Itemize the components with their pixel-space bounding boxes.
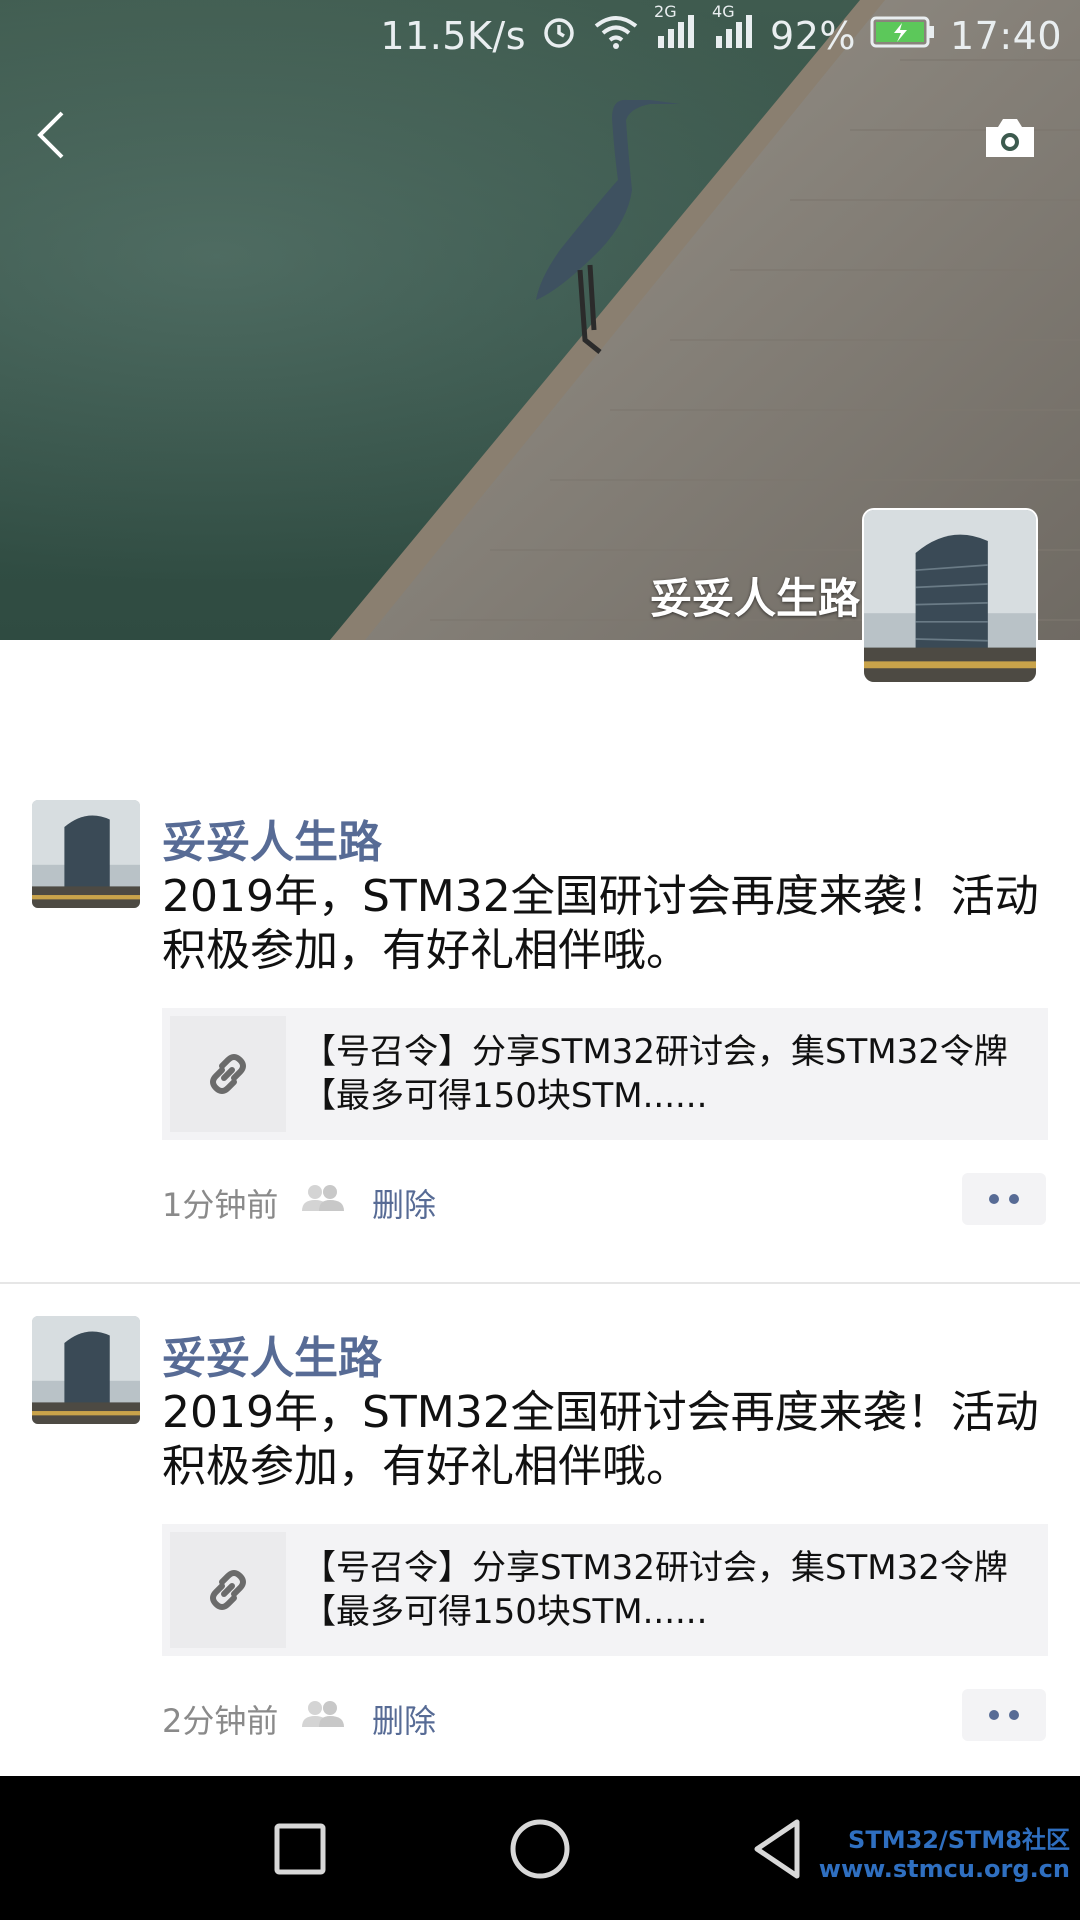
chevron-left-icon [37, 111, 64, 159]
camera-button[interactable] [982, 115, 1038, 161]
home-button[interactable] [505, 1814, 575, 1884]
clock: 17:40 [949, 13, 1062, 58]
watermark-title: STM32/STM8社区 [848, 1826, 1070, 1854]
back-button[interactable] [30, 105, 74, 165]
more-actions-button[interactable] [962, 1689, 1046, 1741]
dot-icon [989, 1194, 999, 1204]
network-type-label: 2G [654, 2, 677, 21]
post-text: 2019年，STM32全国研讨会再度来袭！活动积极参加，有好礼相伴哦。 [162, 1387, 1039, 1492]
post-avatar[interactable] [32, 1316, 140, 1424]
avatar-image [32, 800, 140, 908]
post-time: 1分钟前 [162, 1186, 279, 1224]
triangle-back-icon [754, 1819, 800, 1879]
alarm-icon [540, 12, 578, 59]
post-text: 2019年，STM32全国研讨会再度来袭！活动积极参加，有好礼相伴哦。 [162, 871, 1039, 976]
battery-percent: 92% [770, 13, 856, 58]
square-icon [274, 1823, 326, 1875]
link-title: 【号召令】分享STM32研讨会，集STM32令牌【最多可得150块STM....… [302, 1548, 1008, 1632]
profile-avatar[interactable] [864, 510, 1036, 682]
watermark: STM32/STM8社区 www.stmcu.org.cn [819, 1820, 1070, 1883]
delete-link[interactable]: 删除 [372, 1180, 436, 1226]
avatar-image [864, 510, 1036, 682]
post-author[interactable]: 妥妥人生路 [162, 1322, 382, 1386]
more-actions-button[interactable] [962, 1173, 1046, 1225]
dot-icon [989, 1710, 999, 1720]
link-icon [170, 1016, 286, 1132]
privacy-users-icon [300, 1699, 346, 1733]
post-divider [0, 1282, 1080, 1284]
back-nav-button[interactable] [745, 1814, 815, 1884]
signal-icon: 4G [712, 2, 756, 59]
camera-icon [986, 119, 1034, 157]
profile-name: 妥妥人生路 [649, 574, 860, 623]
network-type-label: 4G [712, 2, 735, 21]
watermark-url: www.stmcu.org.cn [818, 1855, 1070, 1883]
circle-icon [510, 1819, 570, 1879]
avatar-image [32, 1316, 140, 1424]
shared-link-card[interactable]: 【号召令】分享STM32研讨会，集STM32令牌【最多可得150块STM....… [162, 1524, 1048, 1656]
signal-icon: 2G [654, 2, 698, 59]
link-icon [170, 1532, 286, 1648]
post-time: 2分钟前 [162, 1702, 279, 1740]
dot-icon [1009, 1710, 1019, 1720]
dot-icon [1009, 1194, 1019, 1204]
privacy-users-icon [300, 1183, 346, 1217]
battery-charging-icon [870, 14, 936, 58]
delete-link[interactable]: 删除 [372, 1696, 436, 1742]
post-avatar[interactable] [32, 800, 140, 908]
wifi-icon [592, 12, 640, 59]
shared-link-card[interactable]: 【号召令】分享STM32研讨会，集STM32令牌【最多可得150块STM....… [162, 1008, 1048, 1140]
network-speed: 11.5K/s [380, 13, 527, 58]
recents-button[interactable] [265, 1814, 335, 1884]
post-author[interactable]: 妥妥人生路 [162, 806, 382, 870]
status-bar: 11.5K/s 2G 4G 92% 17:40 [0, 0, 1080, 76]
link-title: 【号召令】分享STM32研讨会，集STM32令牌【最多可得150块STM....… [302, 1032, 1008, 1116]
